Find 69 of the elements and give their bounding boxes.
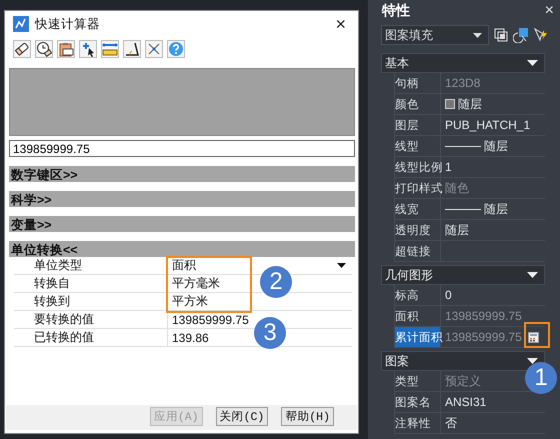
app-icon: [13, 16, 29, 32]
quick-select-icon[interactable]: [513, 27, 529, 43]
property-value: 随色: [445, 180, 469, 196]
angle-icon: [124, 41, 140, 57]
property-value: 随层: [458, 96, 482, 112]
section-header[interactable]: 科学>>: [9, 191, 355, 207]
window-title: 快速计算器: [35, 16, 101, 32]
panel-title: 特性: [382, 2, 410, 20]
help-icon: [168, 41, 184, 57]
ruler-icon: [102, 41, 118, 57]
property-label[interactable]: 标高: [394, 285, 441, 305]
section-header[interactable]: 单位转换<<: [9, 241, 355, 257]
property-value: PUB_HATCH_1: [445, 118, 530, 132]
highlight-frame: [524, 322, 550, 348]
property-value: 随层: [484, 200, 508, 218]
collapse-arrow-icon: [527, 358, 538, 364]
object-type-dropdown[interactable]: 图案填充: [381, 25, 489, 45]
property-label[interactable]: 透明度: [394, 220, 441, 240]
property-value: 139859999.75: [445, 330, 522, 344]
dialog-button[interactable]: 关闭(C): [216, 407, 268, 426]
label-cell: 单位类型: [14, 257, 168, 274]
clock-icon: [36, 41, 52, 57]
property-value: 123D8: [445, 76, 480, 90]
collapse-arrow-icon: [527, 272, 538, 278]
input-field[interactable]: 139859999.75: [9, 140, 355, 157]
property-label[interactable]: 线型比例: [394, 157, 441, 177]
close-button[interactable]: ×: [544, 2, 554, 20]
property-label[interactable]: 图层: [394, 115, 441, 135]
property-label[interactable]: 线型: [394, 136, 441, 156]
group-header[interactable]: 基本: [381, 53, 545, 73]
property-value: 1: [445, 160, 452, 174]
cursor-icon: [80, 41, 96, 57]
eraser-icon: [14, 41, 30, 57]
property-value: 随层: [484, 138, 508, 154]
dropdown-value: 面积: [172, 257, 196, 274]
toolbar-button[interactable]: [13, 40, 31, 58]
property-label[interactable]: 线宽: [394, 199, 441, 219]
label-cell: 要转换的值: [14, 310, 168, 328]
dropdown-arrow-icon: [473, 32, 482, 38]
label-cell: 转换到: [14, 292, 168, 310]
toolbar-button[interactable]: [57, 40, 75, 58]
line-sample: [445, 208, 481, 210]
section-header[interactable]: 数字键区>>: [9, 166, 355, 182]
cross-icon: [146, 41, 162, 57]
property-label[interactable]: 注释性: [394, 413, 441, 433]
property-label[interactable]: 颜色: [394, 94, 441, 114]
property-value: 预定义: [445, 372, 481, 390]
label-cell: 转换自: [14, 274, 168, 292]
property-value: 随层: [445, 222, 469, 238]
select-objects-icon[interactable]: [493, 27, 509, 43]
property-label[interactable]: 超链接: [394, 241, 441, 261]
collapse-arrow-icon: [527, 60, 538, 66]
property-label[interactable]: 图案名: [394, 392, 441, 412]
property-value: 否: [445, 414, 457, 432]
dropdown-arrow-icon: [337, 263, 346, 268]
close-button[interactable]: ×: [331, 15, 350, 33]
clipboard-icon: [58, 41, 74, 57]
toolbar-button[interactable]: [123, 40, 141, 58]
property-value: ANSI31: [445, 395, 486, 409]
toolbar-button[interactable]: [35, 40, 53, 58]
label-cell: 已转换的值: [14, 328, 168, 346]
property-value: 0: [445, 288, 452, 302]
color-swatch: [445, 99, 455, 109]
section-header[interactable]: 变量>>: [9, 216, 355, 232]
property-value: 139859999.75: [445, 309, 522, 323]
toolbar-button[interactable]: [79, 40, 97, 58]
calculator-icon[interactable]: [528, 332, 539, 342]
group-header[interactable]: 几何图形: [381, 265, 545, 285]
dialog-button[interactable]: 帮助(H): [281, 407, 334, 426]
